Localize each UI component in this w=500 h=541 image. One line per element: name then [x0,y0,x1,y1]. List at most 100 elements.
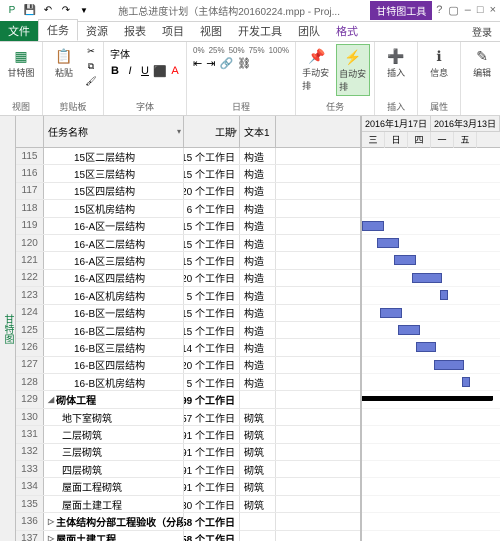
gantt-row[interactable] [362,513,500,530]
text1-cell[interactable]: 构造 [240,287,276,303]
tab-dev[interactable]: 开发工具 [230,21,290,41]
italic-icon[interactable]: I [123,65,137,78]
tab-resource[interactable]: 资源 [78,21,116,41]
text1-cell[interactable]: 构造 [240,322,276,338]
gantt-row[interactable] [362,270,500,287]
collapse-icon[interactable]: ◢ [48,395,54,404]
table-row[interactable]: 11916-A区一层结构15 个工作日构造 [16,218,360,235]
gantt-row[interactable] [362,165,500,182]
gantt-bar[interactable] [440,290,448,300]
text1-cell[interactable]: 构造 [240,357,276,373]
table-row[interactable]: 12716-B区四层结构20 个工作日构造 [16,357,360,374]
tab-report[interactable]: 报表 [116,21,154,41]
gantt-row[interactable] [362,444,500,461]
text1-cell[interactable]: 砌筑 [240,426,276,442]
table-row[interactable]: 12816-B区机房结构5 个工作日构造 [16,374,360,391]
table-row[interactable]: 137▷屋面土建工程58 个工作日 [16,531,360,541]
duration-cell[interactable]: 15 个工作日 [184,322,240,338]
cut-icon[interactable]: ✂ [83,44,99,58]
task-name-cell[interactable]: 16-A区二层结构 [44,235,184,251]
chevron-down-icon[interactable]: ▾ [177,127,181,136]
gantt-view-button[interactable]: ▦ 甘特图 [4,44,38,81]
duration-cell[interactable]: 5 个工作日 [184,374,240,390]
expand-icon[interactable]: ▷ [48,534,54,541]
table-row[interactable]: 129◢砌体工程199 个工作日 [16,391,360,408]
duration-cell[interactable]: 91 个工作日 [184,478,240,494]
help-icon[interactable]: ? [436,4,442,17]
maximize-icon[interactable]: □ [477,4,484,17]
gantt-row[interactable] [362,200,500,217]
table-row[interactable]: 133四层砌筑91 个工作日砌筑 [16,461,360,478]
auto-schedule-button[interactable]: ⚡ 自动安排 [336,44,370,96]
table-row[interactable]: 12516-B区二层结构15 个工作日构造 [16,322,360,339]
text1-cell[interactable]: 构造 [240,235,276,251]
table-row[interactable]: 135屋面土建工程30 个工作日砌筑 [16,496,360,513]
bold-icon[interactable]: B [108,65,122,78]
task-name-cell[interactable]: 屋面土建工程 [44,496,184,512]
duration-cell[interactable]: 91 个工作日 [184,444,240,460]
gantt-bar[interactable] [394,255,416,265]
task-name-cell[interactable]: 屋面工程砌筑 [44,478,184,494]
task-name-cell[interactable]: 15区机房结构 [44,200,184,216]
text1-cell[interactable]: 构造 [240,218,276,234]
info-button[interactable]: ℹ 信息 [422,44,456,81]
gantt-row[interactable] [362,426,500,443]
task-name-cell[interactable]: 15区二层结构 [44,148,184,164]
login-link[interactable]: 登录 [464,22,500,41]
task-name-cell[interactable]: 地下室砌筑 [44,409,184,425]
text1-cell[interactable]: 砌筑 [240,444,276,460]
col-dur-header[interactable]: 工期▾ [184,116,240,147]
gantt-row[interactable] [362,461,500,478]
pct-25[interactable]: 25% [209,46,225,55]
table-row[interactable]: 12116-A区三层结构15 个工作日构造 [16,252,360,269]
duration-cell[interactable]: 20 个工作日 [184,183,240,199]
close-icon[interactable]: × [490,4,496,17]
table-row[interactable]: 11615区三层结构15 个工作日构造 [16,165,360,182]
duration-cell[interactable]: 15 个工作日 [184,148,240,164]
table-row[interactable]: 12316-A区机房结构5 个工作日构造 [16,287,360,304]
gantt-row[interactable] [362,531,500,541]
gantt-summary-bar[interactable] [362,396,492,401]
gantt-bar[interactable] [377,238,399,248]
table-row[interactable]: 136▷主体结构分部工程验收（分段分层）158 个工作日 [16,513,360,530]
duration-cell[interactable]: 58 个工作日 [184,531,240,541]
tab-format[interactable]: 格式 [328,21,366,41]
task-name-cell[interactable]: ▷屋面土建工程 [44,531,184,541]
gantt-bar[interactable] [416,342,436,352]
table-row[interactable]: 134屋面工程砌筑91 个工作日砌筑 [16,478,360,495]
fill-color-icon[interactable]: ⬛ [153,65,167,78]
duration-cell[interactable]: 15 个工作日 [184,305,240,321]
duration-cell[interactable]: 20 个工作日 [184,270,240,286]
underline-icon[interactable]: U [138,65,152,78]
duration-cell[interactable]: 158 个工作日 [184,513,240,529]
gantt-row[interactable] [362,305,500,322]
gantt-bar[interactable] [380,308,402,318]
text1-cell[interactable]: 构造 [240,339,276,355]
ribbon-collapse-icon[interactable]: ▢ [448,4,458,17]
task-name-cell[interactable]: 三层砌筑 [44,444,184,460]
text1-cell[interactable]: 构造 [240,200,276,216]
task-name-cell[interactable]: 二层砌筑 [44,426,184,442]
gantt-row[interactable] [362,218,500,235]
gantt-row[interactable] [362,357,500,374]
task-name-cell[interactable]: 16-A区三层结构 [44,252,184,268]
duration-cell[interactable]: 15 个工作日 [184,218,240,234]
text1-cell[interactable] [240,513,276,529]
duration-cell[interactable]: 91 个工作日 [184,426,240,442]
task-name-cell[interactable]: 15区三层结构 [44,165,184,181]
outdent-icon[interactable]: ⇤ [193,57,202,70]
table-row[interactable]: 12616-B区三层结构14 个工作日构造 [16,339,360,356]
pct-0[interactable]: 0% [193,46,205,55]
text1-cell[interactable]: 砌筑 [240,461,276,477]
task-name-cell[interactable]: 四层砌筑 [44,461,184,477]
duration-cell[interactable]: 157 个工作日 [184,409,240,425]
gantt-row[interactable] [362,478,500,495]
text1-cell[interactable]: 构造 [240,374,276,390]
task-name-cell[interactable]: 16-B区二层结构 [44,322,184,338]
text1-cell[interactable]: 构造 [240,148,276,164]
table-row[interactable]: 132三层砌筑91 个工作日砌筑 [16,444,360,461]
tab-task[interactable]: 任务 [38,19,78,41]
gantt-bar[interactable] [412,273,442,283]
qat-dropdown-icon[interactable]: ▼ [76,3,92,19]
tab-view[interactable]: 视图 [192,21,230,41]
